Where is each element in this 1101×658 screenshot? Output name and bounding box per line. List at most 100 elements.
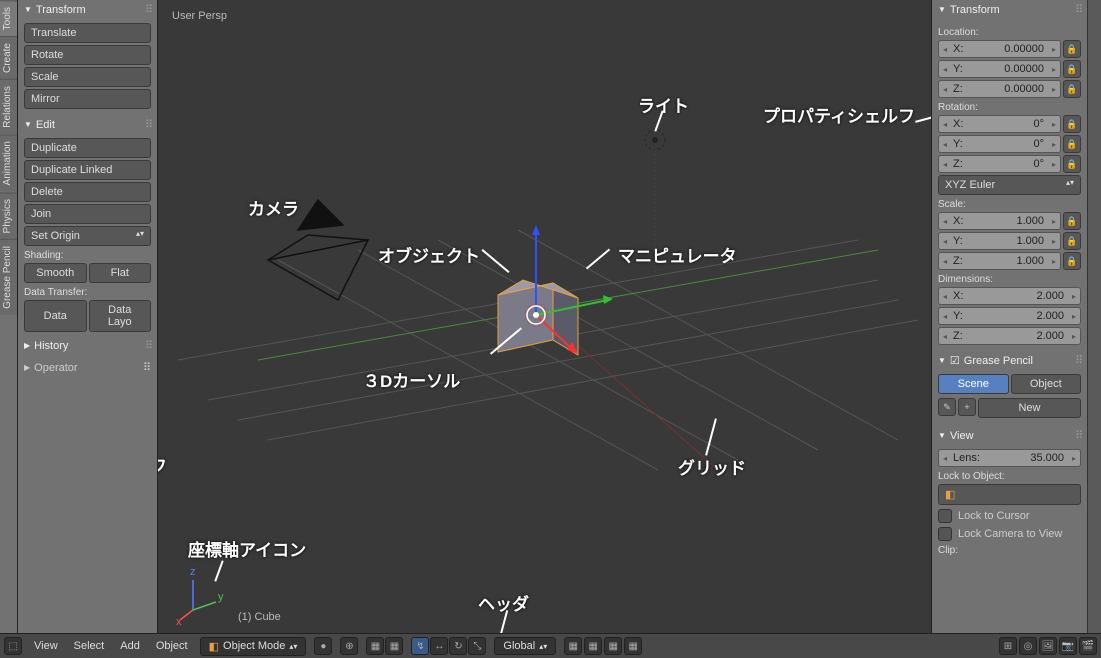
scale-label: Scale:	[938, 199, 1081, 210]
lock-camera-checkbox[interactable]	[938, 527, 952, 541]
tab-grease-pencil[interactable]: Grease Pencil	[0, 239, 17, 315]
location-z-field[interactable]: ◂Z:0.00000▸	[938, 80, 1061, 98]
lock-ry-icon[interactable]: 🔒	[1063, 135, 1081, 153]
updown-icon: ▴▾	[539, 642, 547, 651]
delete-button[interactable]: Delete	[24, 182, 151, 202]
shading-label: Shading:	[24, 250, 151, 261]
dim-x-field[interactable]: ◂X:2.000▸	[938, 287, 1081, 305]
rotate-manip-icon[interactable]: ↻	[449, 637, 467, 655]
triangle-down-icon: ▼	[24, 120, 32, 129]
tab-physics[interactable]: Physics	[0, 192, 17, 239]
triangle-right-icon: ▶	[24, 341, 30, 350]
grease-new-button[interactable]: New	[978, 398, 1081, 418]
svg-text:z: z	[190, 566, 196, 578]
flat-button[interactable]: Flat	[89, 263, 152, 283]
lock-z-icon[interactable]: 🔒	[1063, 80, 1081, 98]
lock-rx-icon[interactable]: 🔒	[1063, 115, 1081, 133]
translate-manip-icon[interactable]: ↔	[430, 637, 448, 655]
layers-grid-icon[interactable]: ▦	[584, 637, 602, 655]
triangle-down-icon: ▼	[938, 431, 946, 440]
triangle-down-icon: ▼	[938, 5, 946, 14]
scale-button[interactable]: Scale	[24, 67, 151, 87]
clapper-icon[interactable]: 🎬	[1079, 637, 1097, 655]
snap-icon[interactable]: ⊞	[999, 637, 1017, 655]
menu-object[interactable]: Object	[152, 638, 192, 654]
mode-dropdown[interactable]: ◧ Object Mode ▴▾	[200, 637, 307, 656]
set-origin-dropdown[interactable]: Set Origin ▴▾	[24, 226, 151, 246]
join-button[interactable]: Join	[24, 204, 151, 224]
cube-icon: ◧	[209, 640, 219, 653]
mirror-button[interactable]: Mirror	[24, 89, 151, 109]
manipulator-toggle-icon[interactable]: ↯	[411, 637, 429, 655]
viewport-3d[interactable]: User Persp	[158, 0, 931, 633]
panel-view-header[interactable]: ▼ View ⠿	[932, 426, 1087, 445]
panel-edit-header[interactable]: ▼ Edit ⠿	[18, 115, 157, 134]
duplicate-linked-button[interactable]: Duplicate Linked	[24, 160, 151, 180]
layers-grid-icon[interactable]: ▦	[624, 637, 642, 655]
orientation-dropdown[interactable]: Global ▴▾	[494, 637, 556, 655]
grease-scene-toggle[interactable]: Scene	[938, 374, 1009, 394]
lock-x-icon[interactable]: 🔒	[1063, 40, 1081, 58]
tab-relations[interactable]: Relations	[0, 79, 17, 134]
editor-type-icon[interactable]: ⬚	[4, 637, 22, 655]
lock-cursor-label: Lock to Cursor	[958, 510, 1030, 522]
panel-transform-header[interactable]: ▼ Transform ⠿	[18, 0, 157, 19]
panel-props-transform-header[interactable]: ▼ Transform ⠿	[932, 0, 1087, 19]
data-layout-button[interactable]: Data Layo	[89, 300, 152, 332]
tab-tools[interactable]: Tools	[0, 0, 17, 36]
rotation-z-field[interactable]: ◂Z:0°▸	[938, 155, 1061, 173]
panel-title: Transform	[36, 4, 86, 16]
render-preview-icon[interactable]: 🖼	[1039, 637, 1057, 655]
shading-sphere-icon[interactable]: ●	[314, 637, 332, 655]
menu-view[interactable]: View	[30, 638, 62, 654]
rotation-y-field[interactable]: ◂Y:0°▸	[938, 135, 1061, 153]
grease-object-toggle[interactable]: Object	[1011, 374, 1082, 394]
grip-icon: ⠿	[145, 118, 151, 131]
checkbox-icon[interactable]: ☑	[950, 354, 960, 367]
lock-sy-icon[interactable]: 🔒	[1063, 232, 1081, 250]
dim-y-field[interactable]: ◂Y:2.000▸	[938, 307, 1081, 325]
dim-z-field[interactable]: ◂Z:2.000▸	[938, 327, 1081, 345]
lock-cursor-checkbox[interactable]	[938, 509, 952, 523]
menu-select[interactable]: Select	[70, 638, 109, 654]
location-x-field[interactable]: ◂X:0.00000▸	[938, 40, 1061, 58]
translate-button[interactable]: Translate	[24, 23, 151, 43]
lens-field[interactable]: ◂Lens:35.000▸	[938, 449, 1081, 467]
tab-create[interactable]: Create	[0, 36, 17, 79]
lock-y-icon[interactable]: 🔒	[1063, 60, 1081, 78]
pencil-icon[interactable]: ✎	[938, 398, 956, 416]
layers-grid-icon[interactable]: ▦	[564, 637, 582, 655]
scale-y-field[interactable]: ◂Y:1.000▸	[938, 232, 1061, 250]
lock-sz-icon[interactable]: 🔒	[1063, 252, 1081, 270]
scale-x-field[interactable]: ◂X:1.000▸	[938, 212, 1061, 230]
lock-object-dropdown[interactable]: ◧	[938, 484, 1081, 505]
duplicate-button[interactable]: Duplicate	[24, 138, 151, 158]
scale-z-field[interactable]: ◂Z:1.000▸	[938, 252, 1061, 270]
triangle-down-icon: ▼	[938, 356, 946, 365]
tab-animation[interactable]: Animation	[0, 134, 17, 191]
panel-grease-header[interactable]: ▼ ☑ Grease Pencil ⠿	[932, 351, 1087, 370]
plus-icon[interactable]: +	[958, 398, 976, 416]
proportional-icon[interactable]: ◎	[1019, 637, 1037, 655]
tool-shelf: ▼ Transform ⠿ Translate Rotate Scale Mir…	[18, 0, 158, 633]
lock-rz-icon[interactable]: 🔒	[1063, 155, 1081, 173]
pivot-icon[interactable]: ⊕	[340, 637, 358, 655]
layer-button[interactable]: ▦	[366, 637, 384, 655]
scrollbar[interactable]	[1087, 0, 1101, 633]
triangle-right-icon: ▶	[24, 363, 30, 372]
rotation-x-field[interactable]: ◂X:0°▸	[938, 115, 1061, 133]
panel-title: Grease Pencil	[964, 355, 1033, 367]
menu-add[interactable]: Add	[116, 638, 144, 654]
rotation-label: Rotation:	[938, 102, 1081, 113]
rotate-button[interactable]: Rotate	[24, 45, 151, 65]
smooth-button[interactable]: Smooth	[24, 263, 87, 283]
data-button[interactable]: Data	[24, 300, 87, 332]
layer-button[interactable]: ▦	[385, 637, 403, 655]
layers-grid-icon[interactable]: ▦	[604, 637, 622, 655]
panel-history-header[interactable]: ▶ History ⠿	[18, 336, 157, 355]
scale-manip-icon[interactable]: ⤡	[468, 637, 486, 655]
location-y-field[interactable]: ◂Y:0.00000▸	[938, 60, 1061, 78]
camera-icon[interactable]: 📷	[1059, 637, 1077, 655]
rotation-mode-dropdown[interactable]: XYZ Euler▴▾	[938, 175, 1081, 195]
lock-sx-icon[interactable]: 🔒	[1063, 212, 1081, 230]
